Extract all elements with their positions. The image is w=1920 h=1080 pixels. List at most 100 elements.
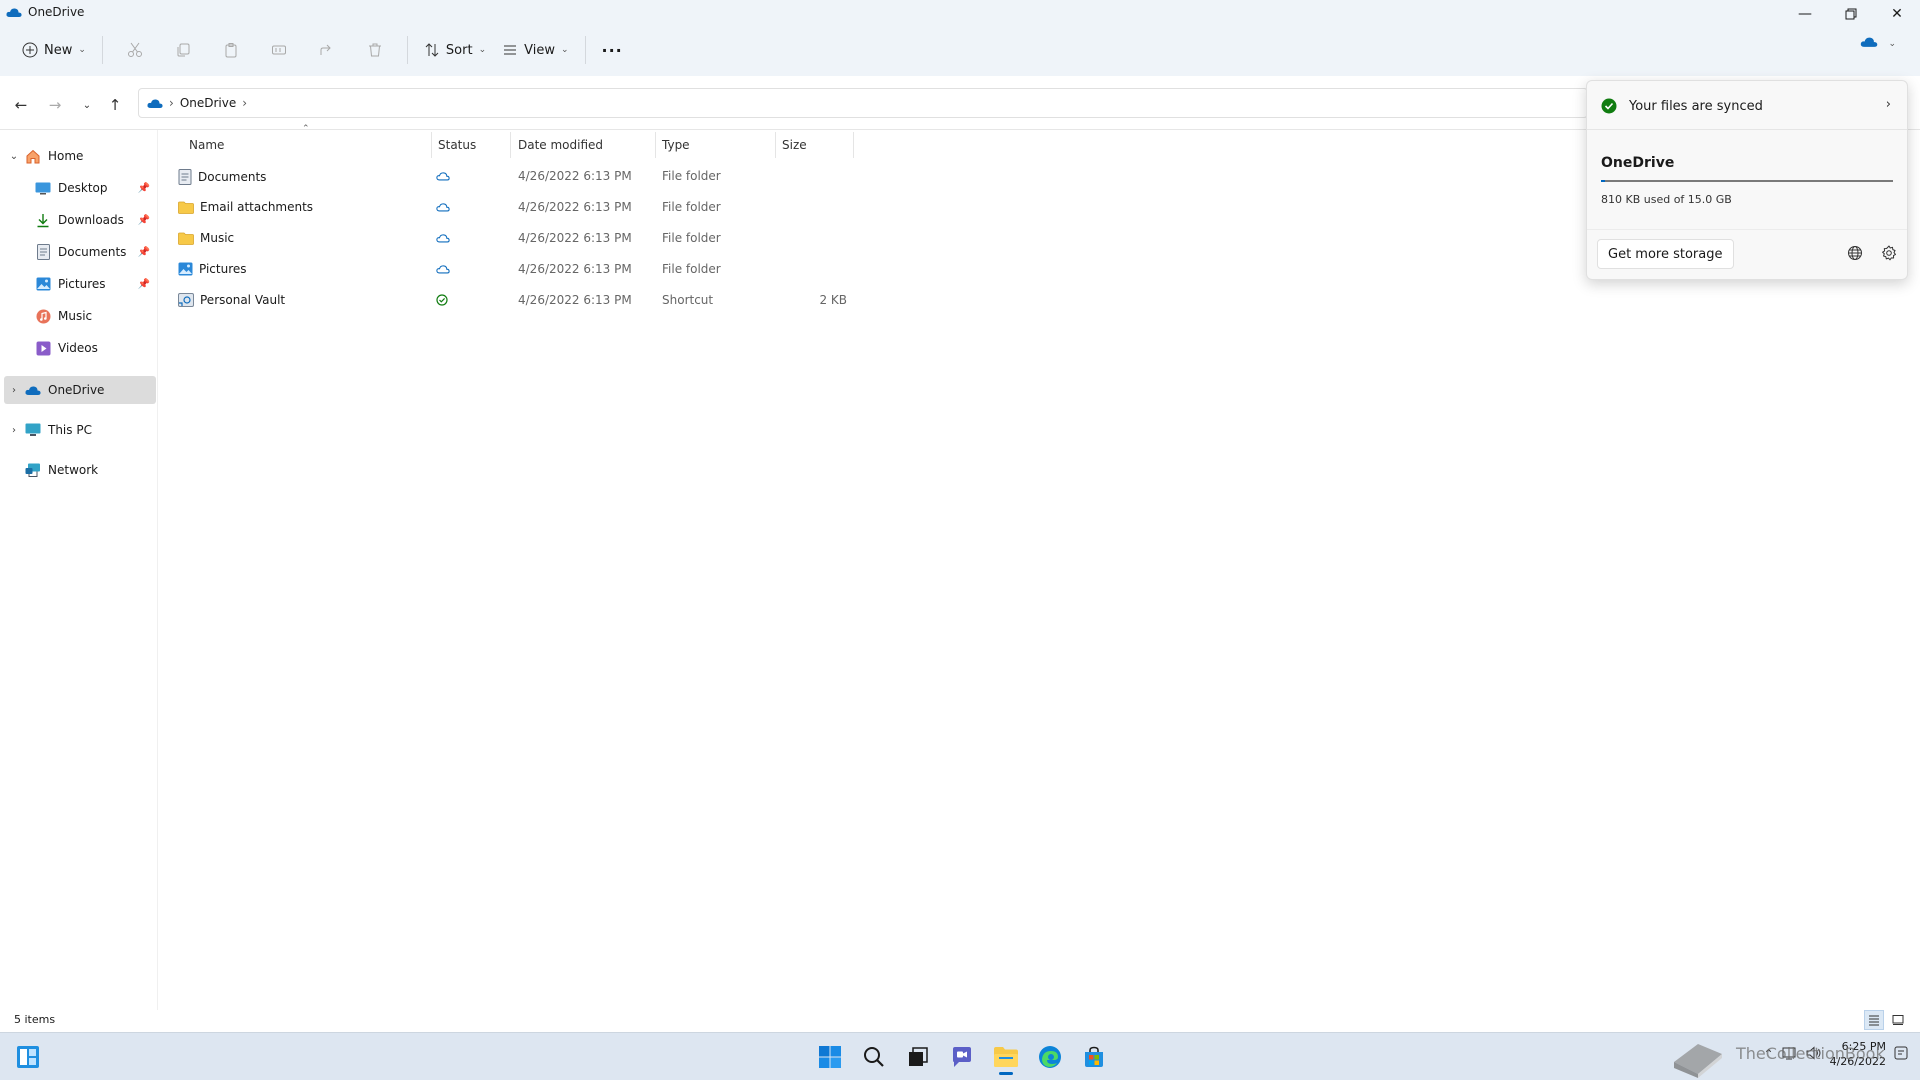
column-header-name[interactable]: Name <box>189 130 224 160</box>
sort-button[interactable]: Sort ⌄ <box>416 34 494 66</box>
column-header-date-modified[interactable]: Date modified <box>518 130 603 160</box>
pin-icon[interactable]: 📌 <box>138 279 150 290</box>
breadcrumb-separator-icon: › <box>169 96 174 110</box>
sync-status-row[interactable]: Your files are synced <box>1601 95 1763 117</box>
chevron-right-icon[interactable]: › <box>4 425 24 436</box>
documents-folder-icon <box>178 169 192 185</box>
share-icon <box>320 44 331 55</box>
column-header-status[interactable]: Status <box>438 130 476 160</box>
notifications-icon[interactable] <box>1894 1046 1908 1063</box>
search-button[interactable] <box>856 1041 892 1073</box>
file-type: Shortcut <box>662 293 714 307</box>
recent-locations-button[interactable]: ⌄ <box>76 94 98 116</box>
rename-button[interactable] <box>255 34 303 66</box>
sidebar-item-videos[interactable]: Videos <box>4 334 156 362</box>
chat-button[interactable] <box>944 1041 980 1073</box>
tiles-view-button[interactable] <box>1888 1010 1908 1030</box>
pin-icon[interactable]: 📌 <box>138 247 150 258</box>
breadcrumb-onedrive[interactable]: OneDrive <box>180 96 236 110</box>
column-divider[interactable] <box>431 132 432 158</box>
chevron-down-icon[interactable]: ⌄ <box>1888 39 1896 49</box>
file-date: 4/26/2022 6:13 PM <box>518 200 632 214</box>
arrow-up-icon: ↑ <box>108 96 122 114</box>
file-row[interactable]: Documents 4/26/2022 6:13 PM File folder <box>170 163 860 191</box>
column-divider[interactable] <box>775 132 776 158</box>
sidebar-item-home[interactable]: ⌄ Home <box>4 142 156 170</box>
task-view-button[interactable] <box>900 1041 936 1073</box>
pictures-icon <box>34 276 52 292</box>
chevron-right-icon[interactable]: › <box>1886 97 1891 112</box>
sidebar-item-this-pc[interactable]: › This PC <box>4 416 156 444</box>
column-divider[interactable] <box>655 132 656 158</box>
taskbar-apps <box>812 1041 1112 1075</box>
pin-icon[interactable]: 📌 <box>138 215 150 226</box>
share-button[interactable] <box>303 34 351 66</box>
storage-usage-text: 810 KB used of 15.0 GB <box>1601 193 1732 206</box>
folder-icon <box>178 201 194 214</box>
more-options-button[interactable]: ··· <box>594 34 631 66</box>
sidebar-item-label: Music <box>58 309 93 323</box>
file-row[interactable]: Personal Vault 4/26/2022 6:13 PM Shortcu… <box>170 287 860 315</box>
gear-icon[interactable] <box>1881 245 1897 264</box>
column-divider[interactable] <box>510 132 511 158</box>
sidebar-item-onedrive[interactable]: › OneDrive <box>4 376 156 404</box>
paste-button[interactable] <box>207 34 255 66</box>
copy-button[interactable] <box>159 34 207 66</box>
file-explorer-icon <box>994 1047 1018 1067</box>
sidebar-item-documents[interactable]: Documents 📌 <box>4 238 156 266</box>
sidebar-item-downloads[interactable]: Downloads 📌 <box>4 206 156 234</box>
back-button[interactable]: ← <box>10 94 32 116</box>
pc-icon <box>24 422 42 438</box>
sidebar-item-network[interactable]: Network <box>4 456 156 484</box>
file-name: Pictures <box>199 262 247 276</box>
file-row[interactable]: Music 4/26/2022 6:13 PM File folder <box>170 225 860 253</box>
column-header-size[interactable]: Size <box>782 130 807 160</box>
chevron-down-icon[interactable]: ⌄ <box>4 151 24 162</box>
file-type: File folder <box>662 262 721 276</box>
windows-logo-icon <box>819 1046 841 1068</box>
view-button[interactable]: View ⌄ <box>494 34 576 66</box>
sidebar-item-music[interactable]: Music <box>4 302 156 330</box>
file-name: Email attachments <box>200 200 314 214</box>
new-button[interactable]: New ⌄ <box>14 34 94 66</box>
chevron-down-icon: ⌄ <box>82 99 92 111</box>
videos-icon <box>34 340 52 356</box>
sort-ascending-icon: ⌃ <box>302 124 310 134</box>
network-icon <box>24 462 42 478</box>
plus-circle-icon <box>22 42 38 58</box>
sidebar-item-pictures[interactable]: Pictures 📌 <box>4 270 156 298</box>
onedrive-cloud-icon <box>6 6 22 18</box>
pin-icon[interactable]: 📌 <box>138 183 150 194</box>
file-row[interactable]: Pictures 4/26/2022 6:13 PM File folder <box>170 256 860 284</box>
chevron-right-icon[interactable]: › <box>4 385 24 396</box>
store-button[interactable] <box>1076 1041 1112 1073</box>
edge-button[interactable] <box>1032 1041 1068 1073</box>
onedrive-cloud-button[interactable] <box>1860 36 1878 51</box>
forward-button[interactable]: → <box>44 94 66 116</box>
globe-icon[interactable] <box>1847 245 1863 264</box>
get-more-storage-button[interactable]: Get more storage <box>1597 239 1734 269</box>
delete-button[interactable] <box>351 34 399 66</box>
file-name-cell: Personal Vault <box>178 293 285 307</box>
cut-button[interactable] <box>111 34 159 66</box>
column-divider[interactable] <box>853 132 854 158</box>
cloud-outline-icon <box>436 263 450 277</box>
file-name-cell: Music <box>178 231 234 245</box>
up-button[interactable]: ↑ <box>104 94 126 116</box>
address-bar[interactable]: › OneDrive › <box>138 88 1588 118</box>
sidebar-item-desktop[interactable]: Desktop 📌 <box>4 174 156 202</box>
file-name: Documents <box>198 170 267 184</box>
file-explorer-button[interactable] <box>988 1041 1024 1075</box>
arrow-right-icon: → <box>48 96 62 114</box>
details-view-icon <box>1869 1015 1879 1026</box>
widgets-button[interactable] <box>16 1045 40 1072</box>
cloud-outline-icon <box>436 170 450 184</box>
start-button[interactable] <box>812 1041 848 1073</box>
column-header-type[interactable]: Type <box>662 130 690 160</box>
details-view-button[interactable] <box>1864 1010 1884 1030</box>
folder-icon <box>178 232 194 245</box>
new-label: New <box>44 42 73 58</box>
onedrive-status-area: ⌄ <box>1860 36 1896 51</box>
arrow-left-icon: ← <box>14 96 28 114</box>
file-row[interactable]: Email attachments 4/26/2022 6:13 PM File… <box>170 194 860 222</box>
